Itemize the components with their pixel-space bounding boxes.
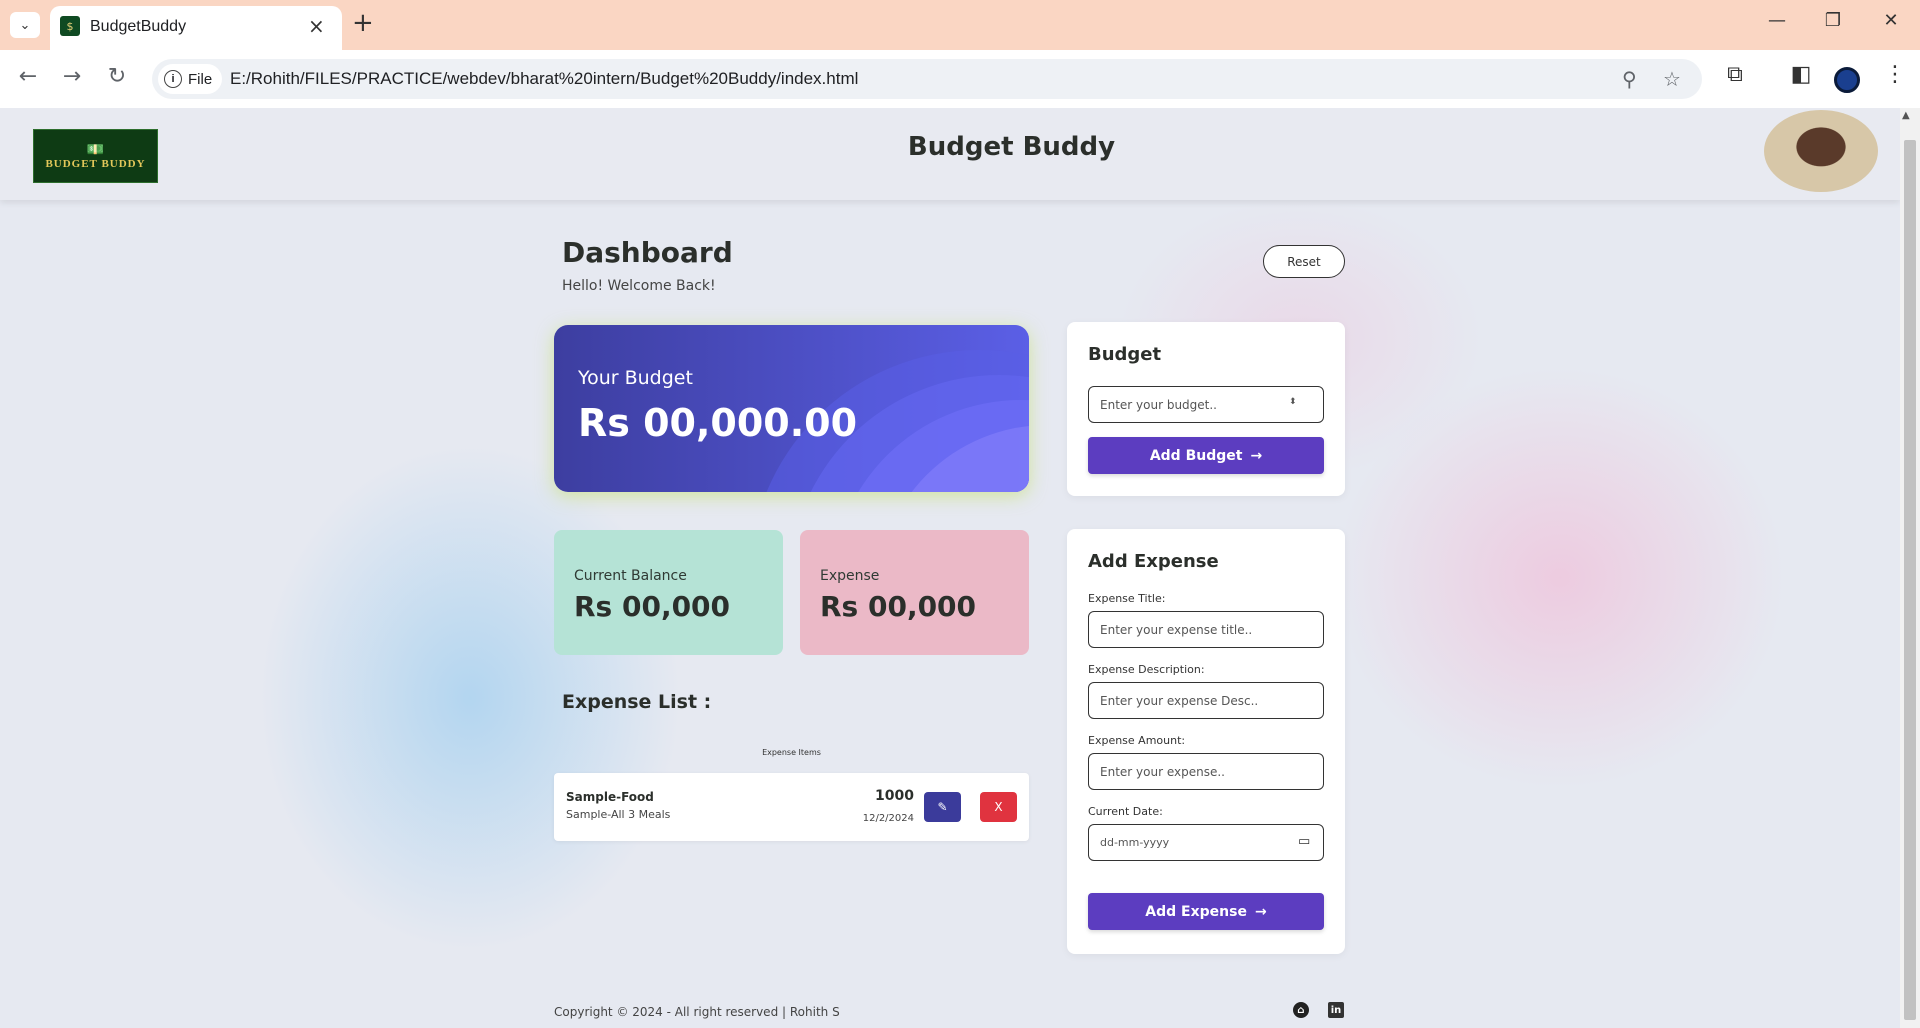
- back-icon[interactable]: ←: [13, 64, 43, 89]
- arrow-right-icon: →: [1250, 447, 1263, 464]
- budget-panel-title: Budget: [1088, 344, 1162, 365]
- budget-panel: Budget ⬍ Add Budget →: [1067, 322, 1345, 496]
- minimize-icon[interactable]: —: [1762, 10, 1792, 31]
- file-chip-label: File: [188, 70, 213, 88]
- expense-item-amount: 1000: [875, 788, 914, 804]
- footer-copyright: Copyright © 2024 - All right reserved | …: [554, 1005, 840, 1019]
- favicon-icon: $: [60, 16, 80, 36]
- budget-value: Rs 00,000.00: [578, 401, 858, 445]
- budget-card: Your Budget Rs 00,000.00: [554, 325, 1029, 492]
- welcome-text: Hello! Welcome Back!: [562, 278, 716, 294]
- edit-icon: ✎: [937, 800, 948, 814]
- linkedin-icon[interactable]: in: [1328, 1002, 1344, 1018]
- expense-desc-label: Expense Description:: [1088, 663, 1205, 676]
- profile-avatar-icon[interactable]: [1834, 67, 1860, 93]
- browser-tab-bar: ⌄ $ BudgetBuddy × + — ❐ ✕: [0, 0, 1920, 50]
- expense-list-item: Sample-Food Sample-All 3 Meals 1000 12/2…: [554, 773, 1029, 841]
- delete-button[interactable]: X: [980, 792, 1017, 822]
- extensions-icon[interactable]: ⧉: [1720, 62, 1750, 87]
- scroll-up-arrow-icon[interactable]: ▲: [1902, 110, 1910, 121]
- expense-title-label: Expense Title:: [1088, 592, 1166, 605]
- reload-icon[interactable]: ↻: [102, 64, 132, 89]
- side-panel-icon[interactable]: ◧: [1786, 62, 1816, 87]
- zoom-icon[interactable]: ⚲: [1622, 67, 1637, 91]
- user-avatar[interactable]: [1764, 110, 1878, 192]
- balance-value: Rs 00,000: [574, 590, 731, 623]
- bookmark-star-icon[interactable]: ☆: [1663, 67, 1681, 91]
- expense-item-date: 12/2/2024: [862, 813, 914, 824]
- expense-amount-input[interactable]: [1088, 753, 1324, 790]
- edit-button[interactable]: ✎: [924, 792, 961, 822]
- page-viewport: 💵 BUDGET BUDDY Budget Buddy Dashboard He…: [0, 108, 1900, 1028]
- expense-label: Expense: [820, 568, 880, 584]
- arrow-right-icon: →: [1254, 903, 1267, 920]
- expense-title-input[interactable]: [1088, 611, 1324, 648]
- url-text[interactable]: E:/Rohith/FILES/PRACTICE/webdev/bharat%2…: [230, 69, 858, 89]
- site-info-chip[interactable]: i File: [158, 64, 223, 94]
- tab-close-icon[interactable]: ×: [308, 14, 325, 38]
- tab-title: BudgetBuddy: [90, 18, 187, 35]
- expense-item-desc: Sample-All 3 Meals: [566, 808, 671, 821]
- current-date-label: Current Date:: [1088, 805, 1163, 818]
- calendar-icon[interactable]: ▭: [1298, 834, 1310, 849]
- date-input[interactable]: [1088, 824, 1324, 861]
- add-budget-label: Add Budget: [1149, 447, 1243, 464]
- expense-list-title: Expense List :: [562, 691, 712, 713]
- add-budget-button[interactable]: Add Budget →: [1088, 437, 1324, 474]
- expense-desc-input[interactable]: [1088, 682, 1324, 719]
- expense-card: Expense Rs 00,000: [800, 530, 1029, 655]
- add-expense-title: Add Expense: [1088, 551, 1219, 572]
- reset-button[interactable]: Reset: [1263, 245, 1345, 278]
- restore-icon[interactable]: ❐: [1818, 10, 1848, 31]
- info-icon: i: [164, 70, 182, 88]
- browser-tab[interactable]: $ BudgetBuddy ×: [50, 6, 342, 50]
- github-icon[interactable]: ⌂: [1293, 1002, 1309, 1018]
- tab-search-dropdown-icon[interactable]: ⌄: [10, 12, 40, 38]
- page-title: Dashboard: [562, 236, 733, 269]
- expense-item-title: Sample-Food: [566, 790, 654, 804]
- forward-icon[interactable]: →: [57, 64, 87, 89]
- address-bar[interactable]: i File E:/Rohith/FILES/PRACTICE/webdev/b…: [152, 59, 1702, 99]
- scrollbar-thumb[interactable]: [1904, 140, 1916, 1020]
- expense-items-caption: Expense Items: [762, 748, 821, 757]
- add-expense-panel: Add Expense Expense Title: Expense Descr…: [1067, 529, 1345, 954]
- add-expense-button[interactable]: Add Expense →: [1088, 893, 1324, 930]
- expense-amount-label: Expense Amount:: [1088, 734, 1186, 747]
- browser-toolbar: ← → ↻ i File E:/Rohith/FILES/PRACTICE/we…: [0, 50, 1920, 108]
- new-tab-icon[interactable]: +: [352, 8, 374, 38]
- expense-value: Rs 00,000: [820, 590, 977, 623]
- site-header: 💵 BUDGET BUDDY Budget Buddy: [0, 108, 1900, 200]
- menu-kebab-icon[interactable]: ⋮: [1880, 62, 1910, 87]
- budget-label: Your Budget: [578, 367, 693, 389]
- site-title: Budget Buddy: [907, 132, 1116, 162]
- number-spinner-icon[interactable]: ⬍: [1289, 397, 1297, 407]
- balance-label: Current Balance: [574, 568, 687, 584]
- window-close-icon[interactable]: ✕: [1876, 10, 1906, 31]
- current-balance-card: Current Balance Rs 00,000: [554, 530, 783, 655]
- add-expense-label: Add Expense: [1145, 903, 1247, 920]
